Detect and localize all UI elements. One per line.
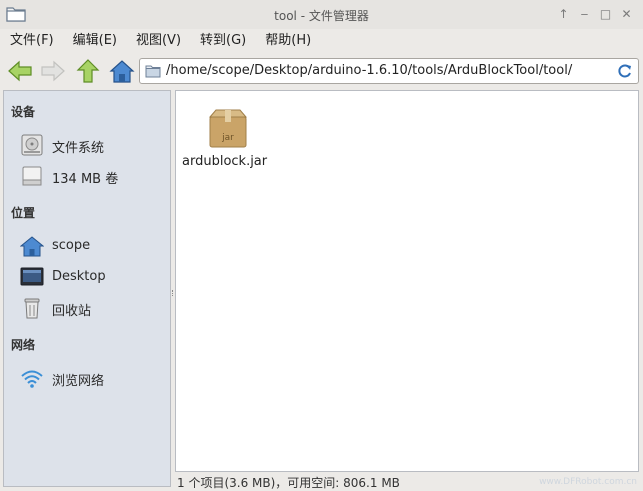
sidebar-item-desktop[interactable]: Desktop	[20, 265, 168, 289]
trash-icon	[24, 298, 40, 319]
title-bar: tool - 文件管理器 ↑ ‒ □ ✕	[0, 0, 643, 29]
menu-edit[interactable]: 编辑(E)	[63, 29, 126, 53]
menu-go[interactable]: 转到(G)	[190, 29, 255, 53]
sidebar-item-label: 回收站	[52, 304, 92, 319]
file-view[interactable]: jar ardublock.jar	[175, 90, 639, 472]
reload-icon[interactable]	[616, 62, 634, 80]
drive-icon	[22, 166, 42, 186]
menu-help[interactable]: 帮助(H)	[255, 29, 320, 53]
location-bar[interactable]: /home/scope/Desktop/arduino-1.6.10/tools…	[139, 58, 639, 84]
close-button[interactable]: ✕	[616, 5, 637, 23]
harddisk-icon	[21, 134, 43, 156]
minimize-button[interactable]: ‒	[574, 5, 595, 23]
menu-file[interactable]: 文件(F)	[0, 29, 63, 53]
menu-view[interactable]: 视图(V)	[126, 29, 190, 53]
sidebar-item-label: 134 MB 卷	[52, 172, 119, 187]
status-text: 1 个项目(3.6 MB)，可用空间: 806.1 MB	[177, 476, 400, 490]
sidebar-header-places: 位置	[11, 206, 36, 220]
sidebar-item-label: 浏览网络	[52, 374, 105, 389]
back-icon[interactable]	[6, 57, 34, 85]
file-name: ardublock.jar	[182, 154, 268, 169]
file-item-ardublock-jar[interactable]: jar ardublock.jar	[182, 105, 274, 175]
menu-bar: 文件(F) 编辑(E) 视图(V) 转到(G) 帮助(H)	[0, 29, 643, 53]
watermark: www.DFRobot.com.cn	[539, 477, 637, 487]
sidebar-item-trash[interactable]: 回收站	[20, 296, 168, 320]
jar-badge: jar	[221, 133, 234, 143]
sidebar-item-label: 文件系统	[52, 141, 105, 156]
home-icon[interactable]	[108, 57, 136, 85]
sidebar: 设备 文件系统 134 MB 卷 位置 scope Desktop 回收站 网络…	[3, 90, 171, 487]
up-icon[interactable]	[74, 57, 102, 85]
sidebar-item-browse-network[interactable]: 浏览网络	[20, 366, 168, 390]
jar-package-icon: jar	[208, 109, 248, 148]
desktop-icon	[20, 267, 44, 286]
sidebar-item-home[interactable]: scope	[20, 234, 168, 258]
forward-icon[interactable]	[39, 57, 67, 85]
sidebar-header-network: 网络	[11, 338, 36, 352]
location-path[interactable]: /home/scope/Desktop/arduino-1.6.10/tools…	[166, 63, 572, 78]
sidebar-item-label: scope	[52, 238, 91, 253]
home-icon	[20, 236, 44, 257]
maximize-button[interactable]: □	[595, 5, 616, 23]
folder-icon	[145, 65, 161, 78]
sidebar-header-devices: 设备	[11, 105, 36, 119]
sidebar-item-label: Desktop	[52, 269, 106, 284]
sidebar-item-filesystem[interactable]: 文件系统	[20, 133, 168, 157]
window-title: tool - 文件管理器	[274, 9, 369, 23]
sidebar-item-volume[interactable]: 134 MB 卷	[20, 164, 168, 188]
wifi-icon	[21, 370, 43, 388]
window-up-button[interactable]: ↑	[553, 5, 574, 23]
